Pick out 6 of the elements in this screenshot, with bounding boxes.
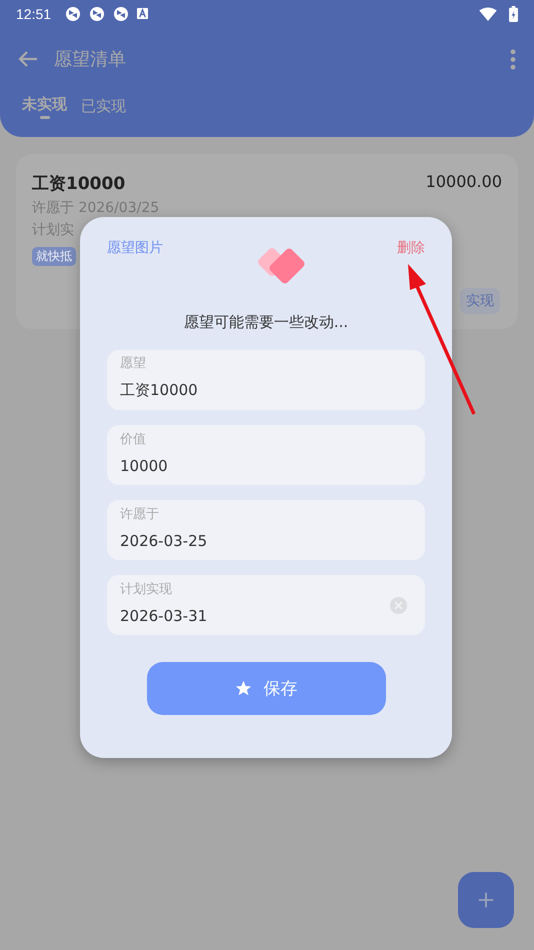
status-tag: 就快抵 [32, 247, 76, 266]
screen-title: 愿望清单 [54, 48, 126, 71]
status-time: 12:51 [16, 6, 52, 22]
wish-name: 工资10000 [32, 173, 126, 195]
dialog-subtitle: 愿望可能需要一些改动... [182, 313, 350, 332]
wish-amount: 10000.00 [426, 172, 502, 193]
